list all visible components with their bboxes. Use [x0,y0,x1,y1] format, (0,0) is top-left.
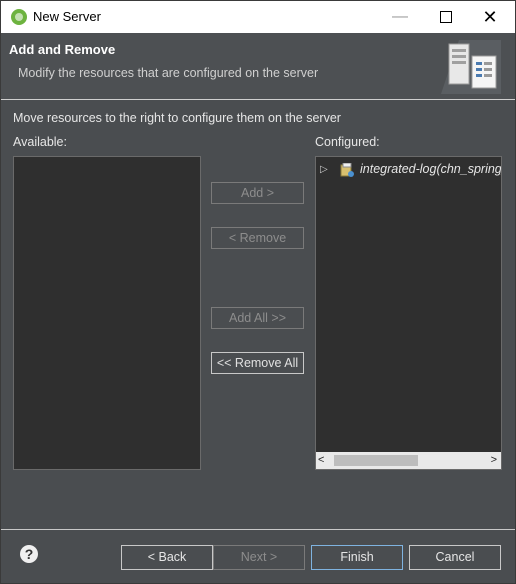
close-button[interactable]: ✕ [467,1,513,33]
scrollbar-thumb[interactable] [334,455,418,466]
project-icon [340,163,354,177]
back-button[interactable]: < Back [121,545,213,570]
configured-label: Configured: [315,135,380,149]
minimize-button[interactable]: — [377,1,423,33]
tree-item-label: integrated-log(chn_spring_ [360,162,502,176]
remove-all-button[interactable]: << Remove All [211,352,304,374]
scroll-left-icon[interactable]: < [318,452,324,469]
maximize-icon [440,11,452,23]
expand-arrow-icon[interactable]: ▷ [320,161,328,179]
horizontal-scrollbar[interactable]: < > [316,452,501,469]
wizard-header: Add and Remove Modify the resources that… [1,33,515,100]
instructions-text: Move resources to the right to configure… [13,111,341,125]
add-button[interactable]: Add > [211,182,304,204]
available-list[interactable] [13,156,201,470]
maximize-button[interactable] [422,1,468,33]
remove-button[interactable]: < Remove [211,227,304,249]
window-title: New Server [33,9,101,24]
help-icon[interactable]: ? [20,545,38,563]
server-wizard-icon [441,40,501,94]
cancel-button[interactable]: Cancel [409,545,501,570]
add-all-button[interactable]: Add All >> [211,307,304,329]
title-bar: New Server — ✕ [1,1,515,33]
page-description: Modify the resources that are configured… [18,66,319,80]
next-button[interactable]: Next > [213,545,305,570]
page-title: Add and Remove [9,42,116,57]
scroll-right-icon[interactable]: > [491,452,497,469]
new-server-dialog: New Server — ✕ Add and Remove Modify the… [0,0,516,584]
spring-icon [11,9,27,25]
available-label: Available: [13,135,67,149]
footer-divider [1,529,515,530]
configured-tree[interactable]: ▷ integrated-log(chn_spring_ < > [315,156,502,470]
finish-button[interactable]: Finish [311,545,403,570]
